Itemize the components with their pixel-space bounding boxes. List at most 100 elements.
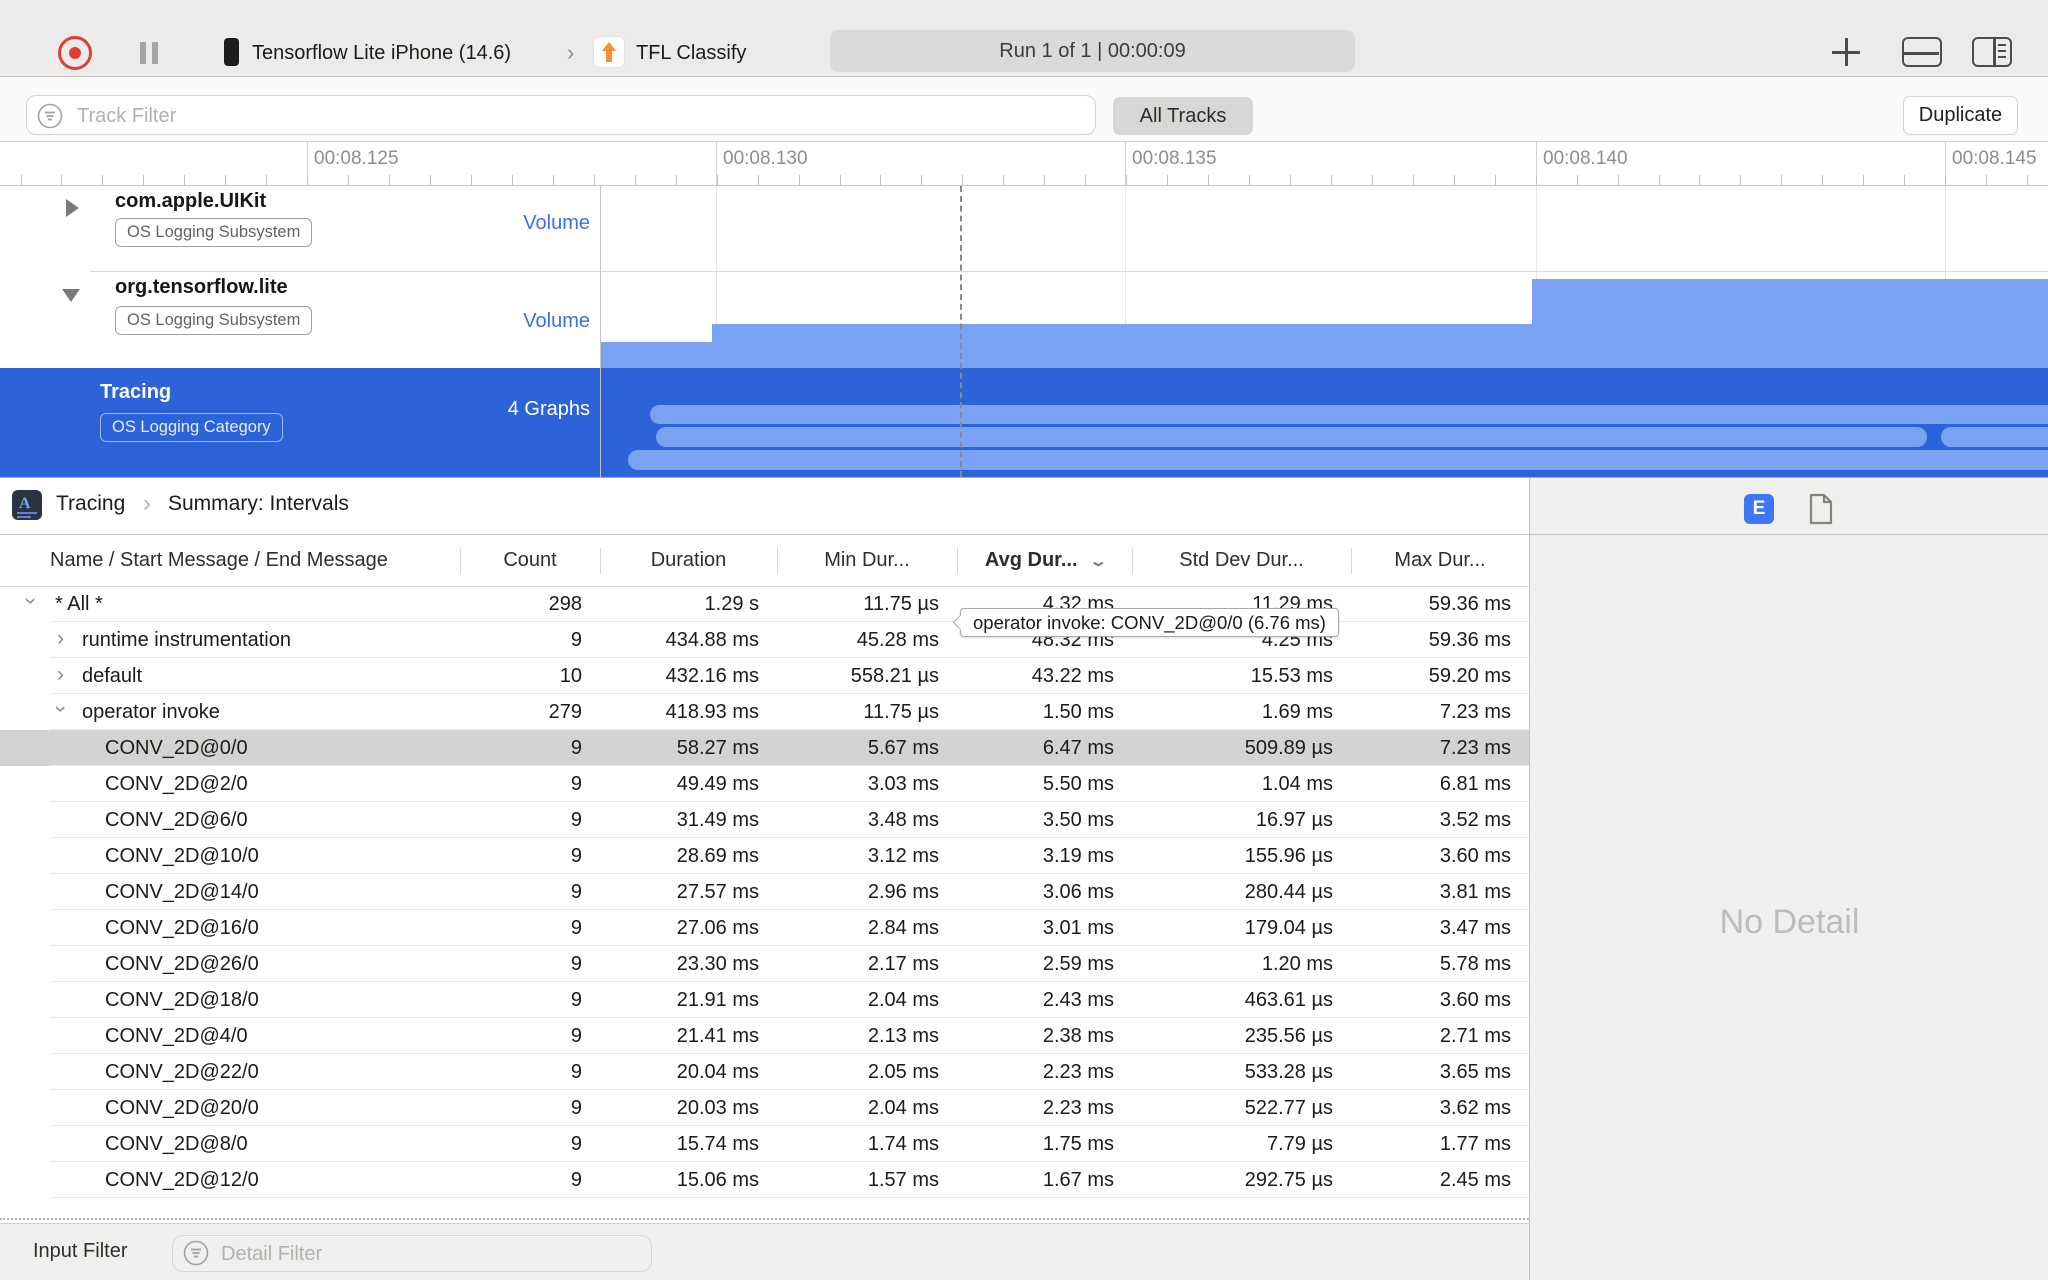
detail-filter-field[interactable] (172, 1235, 652, 1272)
interval-bar[interactable] (656, 427, 1927, 447)
cell-avg-dur: 5.50 ms (1042, 772, 1114, 795)
column-divider[interactable] (1351, 548, 1352, 574)
cell-std-dev-dur: 280.44 µs (1244, 880, 1333, 903)
track-filter-field[interactable] (26, 95, 1096, 135)
toggle-bottom-pane-icon[interactable] (1902, 37, 1942, 67)
track-filter-bar: All Tracks Duplicate (0, 77, 2048, 142)
column-header-avg-dur-[interactable]: Avg Dur... ⌄ (957, 535, 1132, 586)
cell-max-dur: 1.77 ms (1439, 1132, 1511, 1155)
column-divider[interactable] (957, 548, 958, 574)
cell-name: CONV_2D@18/0 (105, 988, 259, 1011)
column-header-duration[interactable]: Duration (600, 535, 777, 586)
target-name[interactable]: TFL Classify (636, 42, 746, 65)
ruler-minor-tick (225, 175, 226, 185)
table-row[interactable]: › operator invoke 279 418.93 ms 11.75 µs 1.50… (0, 694, 1529, 730)
table-row[interactable]: CONV_2D@6/0 9 31.49 ms 3.48 ms 3.50 ms 16.97 … (0, 802, 1529, 838)
column-header-min-dur-[interactable]: Min Dur... (777, 535, 957, 586)
ruler-minor-tick (1618, 175, 1619, 185)
disclosure-triangle-collapsed[interactable] (66, 199, 79, 217)
playhead-dashed-line[interactable] (960, 186, 962, 477)
interval-bar[interactable] (628, 450, 2048, 470)
track-filter-input[interactable] (75, 98, 1079, 134)
cell-std-dev-dur: 15.53 ms (1250, 664, 1333, 687)
toggle-right-pane-icon[interactable] (1972, 37, 2012, 67)
table-row[interactable]: CONV_2D@26/0 9 23.30 ms 2.17 ms 2.59 ms 1.20 … (0, 946, 1529, 982)
interval-bar[interactable] (1941, 427, 2048, 447)
table-row[interactable]: CONV_2D@16/0 9 27.06 ms 2.84 ms 3.01 ms 179.0… (0, 910, 1529, 946)
track-type-label-tracing[interactable]: 4 Graphs (110, 398, 590, 421)
breadcrumb-instrument[interactable]: Tracing (56, 492, 125, 516)
record-button[interactable] (58, 36, 92, 70)
timeline-ruler[interactable]: 00:08.125 00:08.130 00:08.135 00:08.140 00:0… (0, 142, 2048, 186)
cell-duration: 49.49 ms (676, 772, 759, 795)
column-header-name[interactable]: Name / Start Message / End Message (0, 535, 460, 586)
column-header-max-dur-[interactable]: Max Dur... (1351, 535, 1529, 586)
column-header-count[interactable]: Count (460, 535, 600, 586)
column-header-std-dev-dur-[interactable]: Std Dev Dur... (1132, 535, 1351, 586)
pause-icon[interactable] (152, 42, 158, 64)
interval-bar[interactable] (650, 405, 2048, 424)
breadcrumb-page[interactable]: Summary: Intervals (168, 492, 349, 516)
cell-name: CONV_2D@26/0 (105, 952, 259, 975)
all-tracks-button[interactable]: All Tracks (1113, 97, 1253, 135)
extended-detail-button[interactable]: E (1744, 494, 1774, 524)
table-row[interactable]: CONV_2D@4/0 9 21.41 ms 2.13 ms 2.38 ms 235.56… (0, 1018, 1529, 1054)
row-disclosure-expanded[interactable]: › (50, 706, 73, 713)
filter-icon (37, 103, 63, 129)
column-divider[interactable] (600, 548, 601, 574)
table-row[interactable]: CONV_2D@20/0 9 20.03 ms 2.04 ms 2.23 ms 522.7… (0, 1090, 1529, 1126)
volume-chart-segment (1532, 279, 2048, 368)
row-disclosure-collapsed[interactable]: › (57, 628, 64, 649)
duplicate-button[interactable]: Duplicate (1903, 96, 2018, 135)
track-name-tensorflow[interactable]: org.tensorflow.lite (115, 276, 288, 299)
row-disclosure-expanded[interactable]: › (20, 598, 43, 605)
duplicate-label: Duplicate (1918, 104, 2003, 126)
cell-count: 9 (570, 880, 582, 903)
ruler-minor-tick (471, 175, 472, 185)
detail-filter-input[interactable] (219, 1238, 643, 1270)
device-name[interactable]: Tensorflow Lite iPhone (14.6) (252, 42, 511, 65)
table-row[interactable]: CONV_2D@8/0 9 15.74 ms 1.74 ms 1.75 ms 7.79 µ… (0, 1126, 1529, 1162)
column-divider[interactable] (777, 548, 778, 574)
table-row[interactable]: CONV_2D@18/0 9 21.91 ms 2.04 ms 2.43 ms 463.6… (0, 982, 1529, 1018)
track-content-divider[interactable] (600, 186, 601, 477)
table-row[interactable]: › default 10 432.16 ms 558.21 µs 43.22 ms 15.5… (0, 658, 1529, 694)
track-type-label-uikit[interactable]: Volume (110, 212, 590, 235)
track-row-tracing[interactable]: Tracing OS Logging Category 4 Graphs ope… (0, 368, 2048, 637)
cell-std-dev-dur: 522.77 µs (1244, 1096, 1333, 1119)
ruler-minor-tick (1085, 175, 1086, 185)
row-disclosure-collapsed[interactable]: › (57, 664, 64, 685)
instrument-icon[interactable]: A (12, 490, 42, 520)
pane-line (1998, 50, 2006, 52)
table-row[interactable]: CONV_2D@10/0 9 28.69 ms 3.12 ms 3.19 ms 155.9… (0, 838, 1529, 874)
table-row[interactable]: CONV_2D@14/0 9 27.57 ms 2.96 ms 3.06 ms 280.4… (0, 874, 1529, 910)
run-status-text: Run 1 of 1 | 00:00:09 (999, 39, 1186, 62)
cell-avg-dur: 43.22 ms (1031, 664, 1114, 687)
document-icon[interactable] (1807, 493, 1835, 525)
pause-icon[interactable] (140, 42, 146, 64)
table-row[interactable]: CONV_2D@12/0 9 15.06 ms 1.57 ms 1.67 ms 292.7… (0, 1162, 1529, 1198)
track-name-uikit[interactable]: com.apple.UIKit (115, 190, 266, 213)
track-type-label-tensorflow[interactable]: Volume (110, 310, 590, 333)
column-divider[interactable] (460, 548, 461, 574)
table-row[interactable]: CONV_2D@0/0 9 58.27 ms 5.67 ms 6.47 ms 509.89… (0, 730, 1529, 766)
sort-chevron-icon: ⌄ (1088, 552, 1108, 570)
cell-name: CONV_2D@6/0 (105, 808, 248, 831)
table-row[interactable]: CONV_2D@2/0 9 49.49 ms 3.03 ms 5.50 ms 1.04 m… (0, 766, 1529, 802)
add-instrument-icon[interactable] (1832, 38, 1860, 66)
cell-std-dev-dur: 509.89 µs (1244, 736, 1333, 759)
cell-avg-dur: 1.67 ms (1042, 1168, 1114, 1191)
cell-name: * All * (55, 592, 103, 615)
column-divider[interactable] (1132, 548, 1133, 574)
ruler-minor-tick (676, 175, 677, 185)
cell-avg-dur: 6.47 ms (1042, 736, 1114, 759)
disclosure-triangle-expanded[interactable] (62, 289, 80, 302)
ruler-minor-tick (1863, 175, 1864, 185)
table-row[interactable]: CONV_2D@22/0 9 20.04 ms 2.05 ms 2.23 ms 533.2… (0, 1054, 1529, 1090)
ruler-minor-tick (1208, 175, 1209, 185)
ruler-minor-tick (1126, 175, 1127, 185)
ruler-minor-tick (1454, 175, 1455, 185)
ruler-minor-tick (389, 175, 390, 185)
tensorflow-arrow-stem (606, 49, 612, 62)
ruler-minor-tick (61, 175, 62, 185)
